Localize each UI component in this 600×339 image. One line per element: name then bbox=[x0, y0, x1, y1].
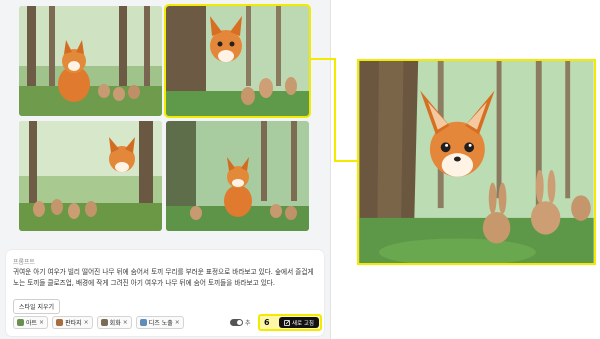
clear-style-button[interactable]: 스타일 지우기 bbox=[13, 299, 61, 314]
prompt-text[interactable]: 귀여운 아기 여우가 빌리 떨어진 나무 뒤에 숨어서 토끼 무리를 부러운 표… bbox=[13, 267, 319, 289]
result-image-3-art bbox=[19, 121, 162, 231]
refresh-button-label: 새로 고침 bbox=[292, 320, 314, 327]
highlighted-action-area: 6 새로 고침 bbox=[258, 314, 322, 331]
enlarged-preview-image[interactable] bbox=[357, 59, 596, 265]
style-chips: 아트 × 판타지 × 회화 × 디즈 노출 × bbox=[13, 316, 184, 329]
toggle-label: 추 bbox=[245, 320, 251, 327]
step-number-badge: 6 bbox=[264, 318, 270, 327]
result-image-1-art bbox=[19, 6, 162, 116]
refresh-icon bbox=[284, 319, 290, 326]
style-thumbnail-icon bbox=[100, 319, 108, 326]
connector-line bbox=[309, 58, 357, 162]
result-image-4[interactable] bbox=[166, 121, 309, 231]
remove-icon[interactable]: × bbox=[123, 319, 128, 326]
result-image-4-art bbox=[166, 121, 309, 231]
toggle-switch[interactable] bbox=[230, 319, 243, 326]
left-panel: 프롬프트 귀여운 아기 여우가 빌리 떨어진 나무 뒤에 숨어서 토끼 무리를 … bbox=[0, 0, 331, 339]
refresh-button[interactable]: 새로 고침 bbox=[279, 317, 319, 328]
style-chip-label: 아트 bbox=[26, 320, 38, 327]
style-thumbnail-icon bbox=[17, 319, 24, 326]
style-chip-exposure[interactable]: 디즈 노출 × bbox=[135, 316, 184, 329]
style-chip-label: 회화 bbox=[109, 320, 121, 327]
prompt-card: 프롬프트 귀여운 아기 여우가 빌리 떨어진 나무 뒤에 숨어서 토끼 무리를 … bbox=[6, 250, 324, 336]
style-thumbnail-icon bbox=[139, 319, 147, 326]
style-thumbnail-icon bbox=[56, 319, 64, 326]
result-image-2[interactable] bbox=[164, 4, 311, 118]
style-chip-label: 디즈 노출 bbox=[148, 320, 173, 327]
style-chip-art[interactable]: 아트 × bbox=[13, 316, 49, 329]
enlarged-preview-art bbox=[359, 61, 594, 263]
style-chip-label: 판타지 bbox=[65, 320, 82, 327]
result-image-2-art bbox=[166, 6, 309, 116]
result-image-1[interactable] bbox=[19, 6, 162, 116]
prompt-label: 프롬프트 bbox=[13, 259, 36, 266]
remove-icon[interactable]: × bbox=[175, 319, 180, 326]
style-chip-painting[interactable]: 회화 × bbox=[96, 316, 132, 329]
result-image-3[interactable] bbox=[19, 121, 162, 231]
style-chip-fantasy[interactable]: 판타지 × bbox=[52, 316, 93, 329]
remove-icon[interactable]: × bbox=[39, 319, 44, 326]
remove-icon[interactable]: × bbox=[84, 319, 89, 326]
